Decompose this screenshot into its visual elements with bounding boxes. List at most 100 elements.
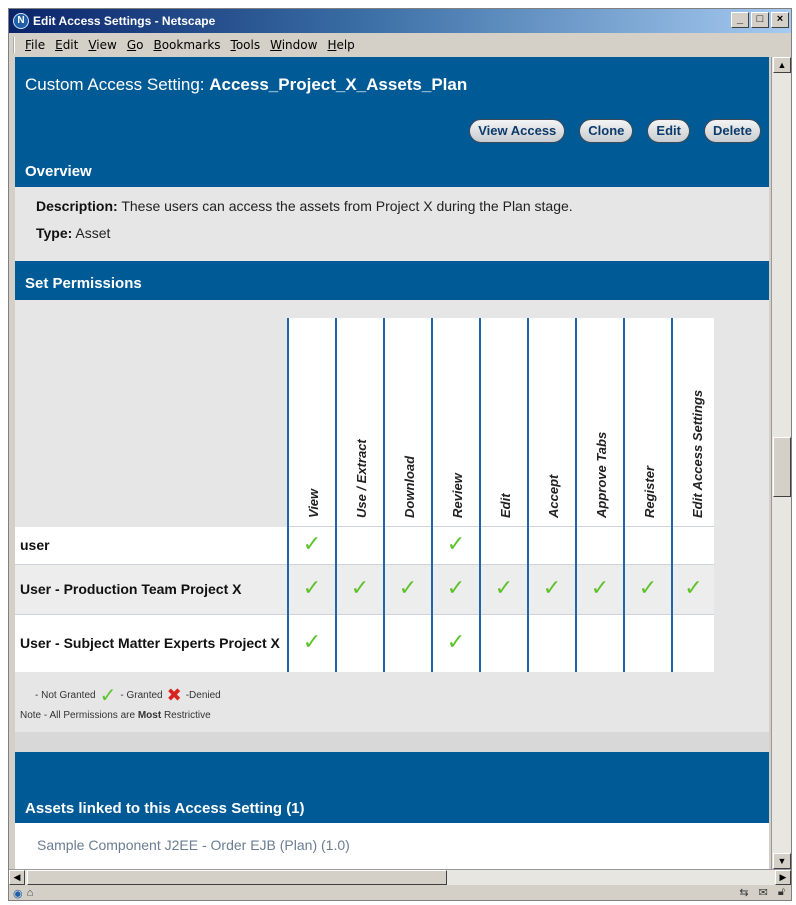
permission-cell[interactable]: ✓ — [671, 563, 714, 614]
granted-check-icon: ✓ — [398, 575, 418, 600]
scroll-up-arrow-icon[interactable]: ▲ — [773, 57, 791, 73]
menu-window[interactable]: Window — [270, 38, 325, 52]
permission-cell[interactable]: ✓ — [479, 563, 528, 614]
column-header-view: View — [287, 318, 336, 526]
horizontal-scroll-thumb[interactable] — [27, 870, 447, 885]
user-name: User - Subject Matter Experts Project X — [15, 613, 288, 672]
menu-bar: File Edit View Go Bookmarks Tools Window… — [9, 33, 791, 57]
user-name: User - Production Team Project X — [15, 563, 288, 614]
permission-cell[interactable]: ✓ — [575, 563, 624, 614]
toolbar-grip-icon[interactable] — [13, 37, 19, 53]
table-row: User - Subject Matter Experts Project X ✓… — [15, 613, 714, 672]
assets-list: Sample Component J2EE - Order EJB (Plan)… — [15, 823, 769, 869]
status-indicators: ⇆ ✉ 🔓︎ — [739, 886, 785, 899]
window-controls: _ □ × — [731, 12, 789, 28]
page-content: Custom Access Setting: Access_Project_X_… — [15, 57, 769, 869]
component-bar-icon[interactable]: ⌂ — [27, 887, 34, 899]
permission-cell[interactable]: ✓ — [527, 563, 576, 614]
edit-button[interactable]: Edit — [647, 119, 690, 143]
scroll-right-arrow-icon[interactable]: ▶ — [775, 870, 791, 885]
table-row: user ✓ ✓ — [15, 525, 714, 564]
permission-cell[interactable]: ✓ — [431, 613, 480, 672]
legend-not-granted: - Not Granted — [35, 690, 96, 701]
netscape-status-icon[interactable]: ◉ — [13, 887, 23, 900]
security-lock-icon[interactable]: 🔓︎ — [778, 886, 785, 899]
assets-heading: Assets linked to this Access Setting (1) — [25, 800, 305, 817]
permission-cell[interactable] — [575, 525, 624, 564]
granted-check-icon: ✓ — [446, 629, 466, 655]
granted-check-icon: ✓ — [684, 575, 703, 600]
browser-window: N Edit Access Settings - Netscape _ □ × … — [8, 8, 792, 901]
minimize-button[interactable]: _ — [731, 12, 749, 28]
granted-check-icon: ✓ — [302, 575, 322, 600]
menu-tools[interactable]: Tools — [231, 38, 269, 52]
permission-cell[interactable] — [479, 525, 528, 564]
delete-button[interactable]: Delete — [703, 119, 761, 143]
clone-button[interactable]: Clone — [579, 119, 634, 143]
column-header-approve-tabs: Approve Tabs — [575, 318, 624, 526]
table-row: User - Production Team Project X ✓ ✓ ✓ ✓ ✓ ✓ ✓ ✓… — [15, 563, 714, 614]
column-header-edit: Edit — [479, 318, 528, 526]
permission-cell[interactable] — [383, 613, 432, 672]
window-title: Edit Access Settings - Netscape — [33, 14, 216, 28]
permission-cell[interactable] — [527, 525, 576, 564]
scroll-left-arrow-icon[interactable]: ◀ — [9, 870, 25, 885]
legend-divider — [15, 732, 769, 752]
vertical-scrollbar[interactable]: ▲ ▼ — [771, 57, 791, 869]
close-button[interactable]: × — [771, 12, 789, 28]
permission-cell[interactable] — [335, 613, 384, 672]
menu-view[interactable]: View — [88, 38, 124, 52]
vertical-scroll-thumb[interactable] — [773, 437, 791, 497]
netscape-logo-icon: N — [13, 13, 29, 29]
header-corner — [15, 318, 288, 527]
permission-cell[interactable] — [623, 613, 672, 672]
horizontal-scrollbar[interactable]: ◀ ▶ — [9, 869, 791, 885]
permission-cell[interactable]: ✓ — [287, 563, 336, 614]
granted-check-icon: ✓ — [99, 684, 117, 707]
granted-check-icon: ✓ — [590, 575, 610, 600]
permission-cell[interactable] — [527, 613, 576, 672]
granted-check-icon: ✓ — [446, 575, 466, 600]
permission-cell[interactable]: ✓ — [431, 563, 480, 614]
mail-icon[interactable]: ✉ — [759, 886, 768, 899]
permission-cell[interactable] — [335, 525, 384, 564]
permission-cell[interactable]: ✓ — [383, 563, 432, 614]
menu-file[interactable]: File — [25, 38, 53, 52]
permissions-legend: - Not Granted ✓ - Granted ✖ -Denied Note… — [20, 685, 221, 721]
menu-go[interactable]: Go — [127, 38, 152, 52]
status-bar: ◉ ⌂ ⇆ ✉ 🔓︎ — [9, 885, 791, 901]
connection-icon: ⇆ — [739, 887, 749, 899]
permission-cell[interactable] — [623, 525, 672, 564]
permissions-header-row: View Use / Extract Download Review Edit … — [15, 318, 714, 527]
overview-heading: Overview — [25, 163, 92, 180]
access-setting-name: Access_Project_X_Assets_Plan — [209, 75, 468, 94]
menu-bookmarks[interactable]: Bookmarks — [153, 38, 228, 52]
asset-link[interactable]: Sample Component J2EE - Order EJB (Plan)… — [37, 837, 350, 853]
legend-granted: - Granted — [120, 690, 163, 701]
permission-cell[interactable]: ✓ — [287, 613, 336, 672]
menu-help[interactable]: Help — [327, 38, 362, 52]
permission-cell[interactable]: ✓ — [287, 525, 336, 564]
view-access-button[interactable]: View Access — [469, 119, 566, 143]
permission-cell[interactable] — [671, 525, 714, 564]
user-name: user — [15, 525, 288, 564]
overview-panel: Description: These users can access the … — [15, 187, 769, 261]
permission-cell[interactable] — [671, 613, 714, 672]
column-header-register: Register — [623, 318, 672, 526]
title-bar: N Edit Access Settings - Netscape _ □ × — [9, 9, 791, 33]
permission-cell[interactable]: ✓ — [335, 563, 384, 614]
permission-cell[interactable] — [575, 613, 624, 672]
permission-cell[interactable] — [383, 525, 432, 564]
menu-edit[interactable]: Edit — [55, 38, 86, 52]
column-header-download: Download — [383, 318, 432, 526]
granted-check-icon: ✓ — [302, 531, 322, 556]
column-header-review: Review — [431, 318, 480, 526]
permissions-panel: View Use / Extract Download Review Edit … — [15, 300, 769, 752]
permission-cell[interactable]: ✓ — [623, 563, 672, 614]
permission-cell[interactable]: ✓ — [431, 525, 480, 564]
permission-cell[interactable] — [479, 613, 528, 672]
type-line: Type: Asset — [36, 225, 111, 241]
maximize-button[interactable]: □ — [751, 12, 769, 28]
scroll-down-arrow-icon[interactable]: ▼ — [773, 853, 791, 869]
legend-note: Note - All Permissions are Most Restrict… — [20, 710, 211, 721]
